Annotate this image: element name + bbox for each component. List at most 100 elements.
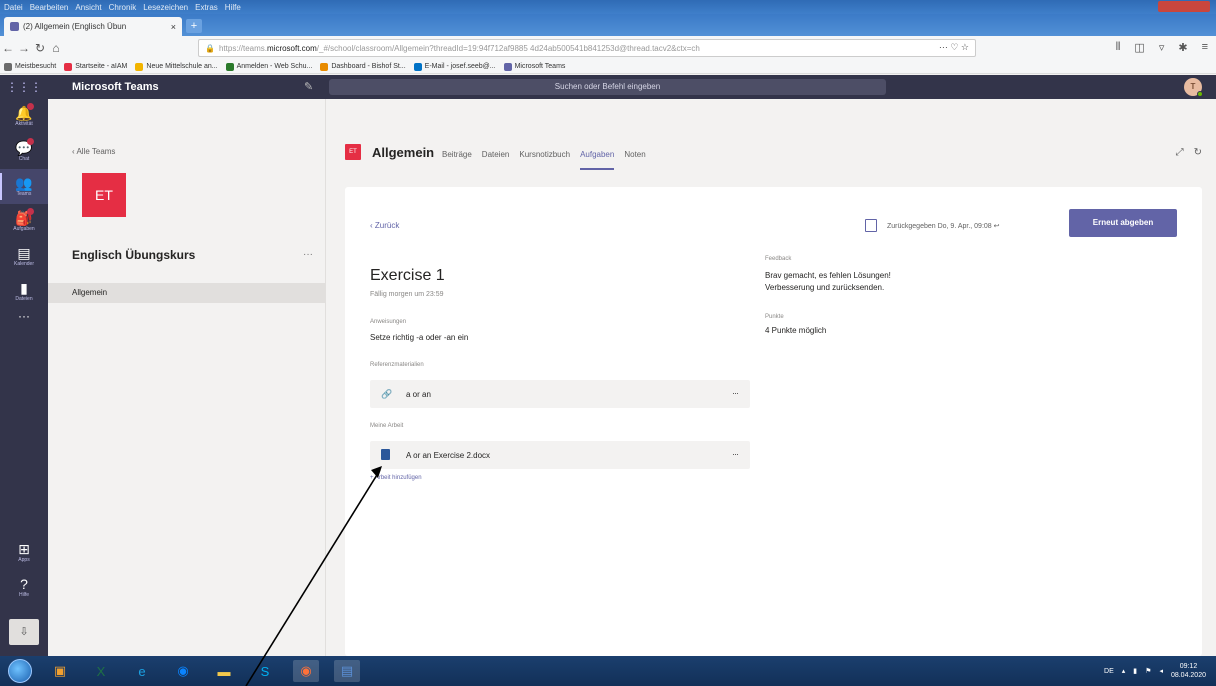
tab-kursnotizbuch[interactable]: Kursnotizbuch	[519, 150, 570, 159]
appbar-item-chat[interactable]: 💬 Chat	[0, 134, 48, 169]
firefox-icon[interactable]: ◉	[293, 660, 319, 682]
tab-aufgaben[interactable]: Aufgaben	[580, 150, 615, 170]
menu-item[interactable]: Ansicht	[75, 3, 101, 12]
bookmark-item[interactable]: E-Mail - josef.seeb@...	[413, 62, 496, 71]
tab-beiträge[interactable]: Beiträge	[442, 150, 472, 159]
presence-status-icon	[1197, 91, 1203, 97]
browser-navbar: ← → ↻ ⌂ 🔒 https://teams. microsoft.com /…	[0, 36, 1216, 60]
extension-icon[interactable]: ✱	[1178, 41, 1187, 54]
reload-icon[interactable]: ↻	[32, 41, 48, 55]
window-controls[interactable]	[1158, 1, 1210, 12]
notification-badge	[27, 138, 34, 145]
app-launcher-icon[interactable]: ⋮⋮⋮	[0, 80, 48, 94]
clock[interactable]: 09:12 08.04.2020	[1171, 662, 1206, 680]
assignment-card: ‹ Zurück Zurückgegeben Do, 9. Apr., 09:0…	[345, 187, 1202, 656]
reference-material-name: a or an	[406, 390, 431, 399]
bookmark-label: Anmelden - Web Schu...	[236, 63, 313, 70]
sidebar-icon[interactable]: ◫	[1134, 41, 1144, 54]
bookmark-item[interactable]: Meistbesucht	[4, 62, 56, 71]
instructions-text: Setze richtig -a oder -an ein	[370, 333, 469, 342]
bookmark-favicon-icon	[320, 62, 329, 71]
menu-item[interactable]: Bearbeiten	[30, 3, 69, 12]
appbar-item-apps[interactable]: ⊞ Apps	[0, 535, 48, 570]
bookmarks-bar: Meistbesucht Startseite - aIAM Neue Mittel…	[0, 60, 1216, 74]
appbar-item-assignments[interactable]: 🎒 Aufgaben	[0, 204, 48, 239]
menu-item[interactable]: Lesezeichen	[143, 3, 188, 12]
menu-item[interactable]: Datei	[4, 3, 23, 12]
home-icon[interactable]: ⌂	[48, 41, 64, 55]
bookmark-label: Neue Mittelschule an...	[146, 63, 218, 70]
volume-icon[interactable]: ◂	[1159, 667, 1163, 675]
search-input[interactable]: Suchen oder Befehl eingeben	[329, 79, 886, 95]
tray-expand-icon[interactable]: ▴	[1122, 667, 1126, 675]
skype-icon[interactable]: S	[252, 660, 278, 682]
forward-arrow-icon[interactable]: →	[16, 41, 32, 55]
url-path: /_#/school/classroom/Allgemein?threadId=…	[316, 43, 700, 53]
appbar-item-files[interactable]: ▮ Dateien	[0, 274, 48, 309]
bookmark-item[interactable]: Dashboard - Bishof St...	[320, 62, 406, 71]
hamburger-menu-icon[interactable]: ≡	[1202, 41, 1208, 54]
appbar-item-calendar[interactable]: ▤ Kalender	[0, 239, 48, 274]
bookmark-item[interactable]: Microsoft Teams	[503, 62, 565, 71]
new-tab-button[interactable]: +	[186, 19, 202, 33]
bookmark-item[interactable]: Neue Mittelschule an...	[135, 62, 218, 71]
library-icon[interactable]: ⫴	[1116, 41, 1121, 54]
user-avatar[interactable]: T	[1184, 78, 1203, 97]
bookmark-favicon-icon	[225, 62, 234, 71]
tab-dateien[interactable]: Dateien	[482, 150, 510, 159]
all-teams-link[interactable]: ‹ Alle Teams	[72, 147, 115, 156]
bookmark-item[interactable]: Anmelden - Web Schu...	[225, 62, 313, 71]
start-button-icon[interactable]	[8, 659, 32, 683]
menu-item[interactable]: Hilfe	[225, 3, 241, 12]
channel-item-allgemein[interactable]: Allgemein	[48, 283, 326, 303]
back-arrow-icon[interactable]: ←	[0, 41, 16, 55]
my-work-filename: A or an Exercise 2.docx	[406, 451, 491, 460]
add-work-button[interactable]: + Arbeit hinzufügen	[370, 475, 422, 481]
tab-noten[interactable]: Noten	[624, 150, 645, 159]
download-app-icon[interactable]: ⇩	[9, 619, 39, 645]
url-bar[interactable]: 🔒 https://teams. microsoft.com /_#/schoo…	[198, 39, 976, 57]
new-chat-icon[interactable]: ✎	[304, 80, 313, 93]
flag-icon[interactable]: ⚑	[1145, 667, 1151, 675]
calendar-icon: ▤	[17, 245, 31, 261]
team-more-options-icon[interactable]: ···	[303, 249, 313, 260]
bookmark-item[interactable]: Startseite - aIAM	[64, 62, 127, 71]
refresh-icon[interactable]: ↻	[1194, 147, 1202, 158]
turned-in-status: Zurückgegeben Do, 9. Apr., 09:08 ↩	[865, 219, 1000, 232]
network-icon[interactable]: ▮	[1133, 667, 1137, 675]
appbar-item-teams[interactable]: 👥 Teams	[0, 169, 48, 204]
reference-material-item[interactable]: 🔗 a or an ···	[370, 380, 750, 408]
expand-icon[interactable]: ⤢	[1176, 147, 1184, 158]
input-language[interactable]: DE	[1104, 668, 1114, 675]
points-label: Punkte	[765, 314, 784, 320]
appbar-item-help[interactable]: ? Hilfe	[0, 570, 48, 605]
pocket-icon[interactable]: ▿	[1159, 41, 1165, 54]
document-icon[interactable]: ▤	[334, 660, 360, 682]
menu-item[interactable]: Chronik	[109, 3, 137, 12]
resubmit-button[interactable]: Erneut abgeben	[1069, 209, 1177, 237]
excel-icon[interactable]: X	[88, 660, 114, 682]
my-work-more-icon[interactable]: ···	[732, 449, 739, 459]
menu-item[interactable]: Extras	[195, 3, 218, 12]
tab-close-icon[interactable]: ×	[171, 22, 176, 32]
browser-tab[interactable]: (2) Allgemein (Englisch Übun ×	[4, 17, 182, 36]
system-tray: DE ▴ ▮ ⚑ ◂ 09:12 08.04.2020	[1104, 662, 1206, 680]
firefox-dev-icon[interactable]: ◉	[170, 660, 196, 682]
ie-icon[interactable]: e	[129, 660, 155, 682]
team-name: Englisch Übungskurs	[72, 248, 196, 262]
more-apps-icon[interactable]: ···	[0, 309, 48, 331]
explorer-icon[interactable]: ▬	[211, 660, 237, 682]
turned-in-text: Zurückgegeben Do, 9. Apr., 09:08 ↩	[887, 222, 1000, 230]
files-icon: ▮	[20, 280, 28, 296]
lock-icon: 🔒	[205, 43, 215, 53]
user-initial: T	[1190, 82, 1196, 91]
my-work-item[interactable]: A or an Exercise 2.docx ···	[370, 441, 750, 469]
appbar-label: Dateien	[15, 296, 33, 302]
main-content: ET Allgemein Beiträge Dateien Kursnotizbuc…	[327, 99, 1216, 656]
url-actions[interactable]: ··· ♡ ☆	[939, 42, 969, 53]
appbar-item-bell[interactable]: 🔔 Aktivität	[0, 99, 48, 134]
reference-more-icon[interactable]: ···	[732, 388, 739, 398]
media-center-icon[interactable]: ▣	[47, 660, 73, 682]
back-link[interactable]: ‹ Zurück	[370, 221, 399, 230]
appbar-label: Apps	[18, 557, 30, 563]
